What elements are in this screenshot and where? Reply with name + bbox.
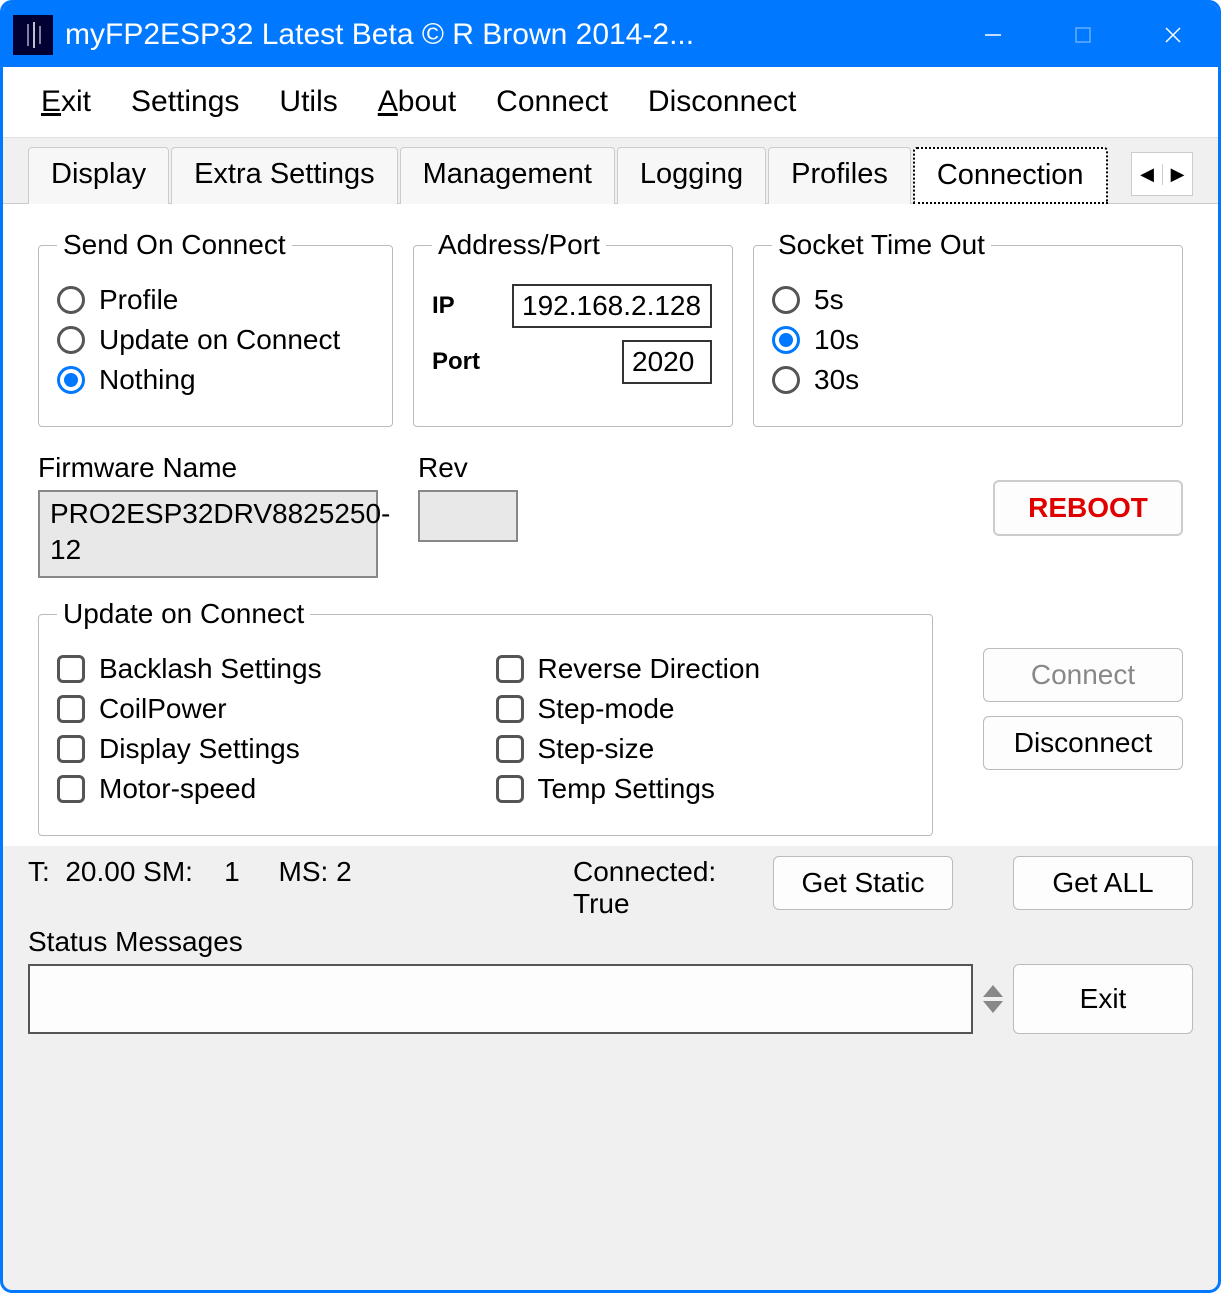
check-display-settings[interactable]: Display Settings bbox=[57, 733, 476, 765]
radio-update-label: Update on Connect bbox=[99, 324, 340, 356]
checkbox-icon bbox=[57, 695, 85, 723]
status-line: T: 20.00 SM: 1 MS: 2 bbox=[28, 856, 553, 888]
tab-management[interactable]: Management bbox=[400, 147, 615, 204]
ip-label: IP bbox=[432, 292, 492, 320]
app-icon bbox=[13, 15, 53, 55]
get-all-button[interactable]: Get ALL bbox=[1013, 856, 1193, 910]
check-coilpower-label: CoilPower bbox=[99, 693, 227, 725]
tab-extra-settings[interactable]: Extra Settings bbox=[171, 147, 398, 204]
group-socket-timeout: Socket Time Out 5s 10s 30s bbox=[753, 229, 1183, 427]
checkbox-icon bbox=[496, 775, 524, 803]
statusbar: T: 20.00 SM: 1 MS: 2 Connected: True Get… bbox=[3, 846, 1218, 1054]
radio-10s[interactable]: 10s bbox=[772, 324, 1164, 356]
radio-dot-icon bbox=[772, 326, 800, 354]
checkbox-icon bbox=[57, 655, 85, 683]
radio-profile[interactable]: Profile bbox=[57, 284, 374, 316]
port-label: Port bbox=[432, 348, 492, 376]
checkbox-icon bbox=[496, 695, 524, 723]
connected-label: Connected: bbox=[573, 856, 753, 888]
check-display-label: Display Settings bbox=[99, 733, 300, 765]
menu-settings[interactable]: Settings bbox=[131, 85, 239, 119]
checkbox-icon bbox=[57, 735, 85, 763]
checkbox-icon bbox=[57, 775, 85, 803]
radio-dot-icon bbox=[772, 286, 800, 314]
disconnect-button[interactable]: Disconnect bbox=[983, 716, 1183, 770]
maximize-button[interactable] bbox=[1038, 3, 1128, 67]
radio-10s-label: 10s bbox=[814, 324, 859, 356]
menu-about[interactable]: About bbox=[378, 85, 456, 119]
radio-5s-label: 5s bbox=[814, 284, 844, 316]
check-stepmode-label: Step-mode bbox=[538, 693, 675, 725]
group-update-on-connect: Update on Connect Backlash Settings Coil… bbox=[38, 598, 933, 836]
check-temp-label: Temp Settings bbox=[538, 773, 715, 805]
window-title: myFP2ESP32 Latest Beta © R Brown 2014-2.… bbox=[65, 18, 948, 52]
radio-profile-label: Profile bbox=[99, 284, 178, 316]
check-motor-speed[interactable]: Motor-speed bbox=[57, 773, 476, 805]
check-stepsize-label: Step-size bbox=[538, 733, 655, 765]
menu-connect[interactable]: Connect bbox=[496, 85, 608, 119]
port-input[interactable]: 2020 bbox=[622, 340, 712, 384]
tabbar: Display Extra Settings Management Loggin… bbox=[3, 138, 1218, 203]
tab-display[interactable]: Display bbox=[28, 147, 169, 204]
check-backlash-label: Backlash Settings bbox=[99, 653, 322, 685]
radio-nothing[interactable]: Nothing bbox=[57, 364, 374, 396]
radio-dot-icon bbox=[57, 326, 85, 354]
radio-update-on-connect[interactable]: Update on Connect bbox=[57, 324, 374, 356]
check-motor-label: Motor-speed bbox=[99, 773, 256, 805]
check-reverse-direction[interactable]: Reverse Direction bbox=[496, 653, 915, 685]
check-step-size[interactable]: Step-size bbox=[496, 733, 915, 765]
titlebar: myFP2ESP32 Latest Beta © R Brown 2014-2.… bbox=[3, 3, 1218, 67]
tab-scroll-right-icon[interactable]: ▶ bbox=[1162, 164, 1192, 185]
status-spinner[interactable] bbox=[983, 964, 1003, 1034]
check-step-mode[interactable]: Step-mode bbox=[496, 693, 915, 725]
get-static-button[interactable]: Get Static bbox=[773, 856, 953, 910]
radio-30s[interactable]: 30s bbox=[772, 364, 1164, 396]
firmware-name-label: Firmware Name bbox=[38, 452, 378, 484]
tab-profiles[interactable]: Profiles bbox=[768, 147, 911, 204]
radio-30s-label: 30s bbox=[814, 364, 859, 396]
socket-timeout-legend: Socket Time Out bbox=[772, 229, 991, 261]
rev-label: Rev bbox=[418, 452, 538, 484]
address-port-legend: Address/Port bbox=[432, 229, 606, 261]
menu-utils[interactable]: Utils bbox=[279, 85, 337, 119]
menu-exit[interactable]: Exit bbox=[41, 85, 91, 119]
tab-connection[interactable]: Connection bbox=[913, 147, 1108, 204]
radio-5s[interactable]: 5s bbox=[772, 284, 1164, 316]
status-messages-label: Status Messages bbox=[28, 926, 1193, 958]
check-coilpower[interactable]: CoilPower bbox=[57, 693, 476, 725]
tab-scroll-left-icon[interactable]: ◀ bbox=[1132, 164, 1162, 185]
checkbox-icon bbox=[496, 735, 524, 763]
radio-dot-icon bbox=[57, 366, 85, 394]
menubar: Exit Settings Utils About Connect Discon… bbox=[3, 67, 1218, 138]
ip-input[interactable]: 192.168.2.128 bbox=[512, 284, 712, 328]
connected-value: True bbox=[573, 888, 753, 920]
checkbox-icon bbox=[496, 655, 524, 683]
close-button[interactable] bbox=[1128, 3, 1218, 67]
check-temp-settings[interactable]: Temp Settings bbox=[496, 773, 915, 805]
tab-scroll[interactable]: ◀ ▶ bbox=[1131, 152, 1193, 196]
connect-button[interactable]: Connect bbox=[983, 648, 1183, 702]
spinner-up-icon[interactable] bbox=[983, 985, 1003, 997]
reboot-button[interactable]: REBOOT bbox=[993, 480, 1183, 536]
send-on-connect-legend: Send On Connect bbox=[57, 229, 292, 261]
group-send-on-connect: Send On Connect Profile Update on Connec… bbox=[38, 229, 393, 427]
group-address-port: Address/Port IP 192.168.2.128 Port 2020 bbox=[413, 229, 733, 427]
radio-nothing-label: Nothing bbox=[99, 364, 196, 396]
radio-dot-icon bbox=[57, 286, 85, 314]
exit-button[interactable]: Exit bbox=[1013, 964, 1193, 1034]
update-on-connect-legend: Update on Connect bbox=[57, 598, 310, 630]
check-reverse-label: Reverse Direction bbox=[538, 653, 761, 685]
radio-dot-icon bbox=[772, 366, 800, 394]
menu-disconnect[interactable]: Disconnect bbox=[648, 85, 796, 119]
tab-logging[interactable]: Logging bbox=[617, 147, 766, 204]
check-backlash[interactable]: Backlash Settings bbox=[57, 653, 476, 685]
spinner-down-icon[interactable] bbox=[983, 1001, 1003, 1013]
minimize-button[interactable] bbox=[948, 3, 1038, 67]
rev-value bbox=[418, 490, 518, 542]
status-messages-box[interactable] bbox=[28, 964, 973, 1034]
firmware-name-value: PRO2ESP32DRV8825250-12 bbox=[38, 490, 378, 578]
